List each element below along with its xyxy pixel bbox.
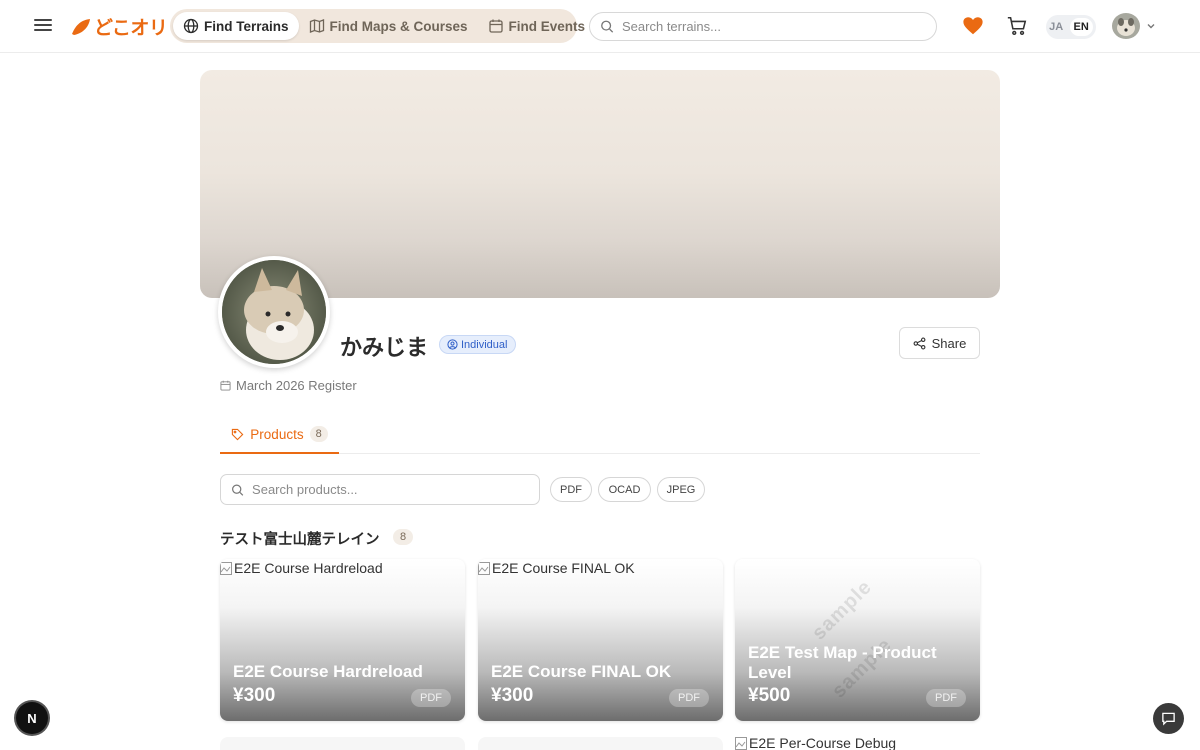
chat-button[interactable] — [1153, 703, 1184, 734]
user-menu[interactable] — [1112, 13, 1156, 39]
product-card[interactable]: E2E Course Hardreload E2E Course Hardrel… — [220, 559, 465, 721]
product-image-alt: E2E Course FINAL OK — [492, 560, 635, 576]
nav-find-terrains[interactable]: Find Terrains — [173, 12, 299, 40]
register-date: March 2026 Register — [220, 378, 357, 393]
cover-image — [200, 70, 1000, 298]
terrain-section-count: 8 — [393, 529, 414, 545]
language-switcher: JA EN — [1046, 15, 1096, 39]
product-search[interactable] — [220, 474, 540, 505]
chat-icon — [1162, 712, 1175, 726]
search-icon — [232, 483, 244, 496]
filter-chip-ocad[interactable]: OCAD — [598, 477, 651, 502]
product-image-alt: E2E Per-Course Debug — [749, 735, 897, 750]
nav-find-terrains-label: Find Terrains — [204, 18, 289, 34]
broken-image-icon — [220, 561, 232, 575]
tab-products-label: Products — [250, 426, 304, 442]
product-search-input[interactable] — [252, 482, 539, 497]
register-date-text: March 2026 Register — [236, 378, 357, 393]
favorites-heart-icon[interactable] — [962, 15, 984, 37]
broken-image-icon — [735, 736, 747, 750]
product-title: E2E Course FINAL OK — [491, 662, 672, 681]
sample-watermark: sample — [807, 575, 877, 645]
logo[interactable]: どこオリ — [70, 13, 168, 40]
product-price: ¥300 — [491, 685, 534, 706]
terrain-search[interactable] — [589, 12, 937, 41]
nav-find-maps-courses[interactable]: Find Maps & Courses — [299, 12, 478, 40]
cart-icon[interactable] — [1006, 15, 1028, 37]
globe-icon — [183, 18, 199, 34]
lang-ja-option[interactable]: JA — [1049, 21, 1063, 33]
nav-find-maps-courses-label: Find Maps & Courses — [329, 18, 468, 34]
product-price: ¥500 — [748, 685, 791, 706]
account-type-label: Individual — [461, 338, 508, 351]
product-card[interactable] — [478, 737, 723, 750]
logo-text: どこオリ — [94, 17, 168, 39]
product-title: E2E Test Map - Product Level — [748, 643, 937, 682]
tag-icon — [232, 428, 244, 440]
product-card[interactable]: sample sample E2E Test Map - Product Lev… — [735, 559, 980, 721]
broken-image-placeholder: E2E Course FINAL OK — [478, 560, 635, 576]
terrain-section-title: テスト富士山麓テレイン — [220, 532, 380, 548]
broken-image-placeholder: E2E Course Hardreload — [220, 560, 383, 576]
chevron-down-icon — [1147, 24, 1155, 29]
product-format-badge: PDF — [926, 689, 966, 707]
product-card[interactable] — [220, 737, 465, 750]
user-avatar — [1112, 13, 1140, 39]
profile-tabs: Products 8 — [220, 416, 980, 454]
account-type-badge: Individual — [439, 335, 517, 354]
search-icon — [601, 20, 614, 33]
main-nav: Find Terrains Find Maps & Courses Find E… — [170, 9, 585, 43]
calendar-icon — [488, 19, 503, 33]
share-icon — [913, 337, 926, 349]
tab-products-count: 8 — [309, 426, 328, 442]
map-icon — [309, 19, 324, 33]
product-format-badge: PDF — [411, 689, 451, 707]
broken-image-icon — [478, 561, 490, 575]
hamburger-menu-icon[interactable] — [34, 16, 52, 36]
profile-avatar — [218, 256, 330, 368]
calendar-icon — [220, 380, 231, 391]
nav-find-events[interactable]: Find Events — [478, 12, 596, 40]
nav-find-events-label: Find Events — [508, 18, 586, 34]
product-card[interactable]: E2E Course FINAL OK E2E Course FINAL OK … — [478, 559, 723, 721]
top-header: どこオリ Find Terrains Find Maps & Courses F… — [0, 0, 1200, 53]
lang-en-option[interactable]: EN — [1069, 18, 1093, 36]
profile-name: かみじま — [340, 336, 429, 361]
dev-tools-button[interactable]: N — [16, 702, 48, 734]
product-image-alt: E2E Course Hardreload — [234, 560, 383, 576]
filter-chip-pdf[interactable]: PDF — [550, 477, 592, 502]
terrain-search-input[interactable] — [622, 19, 936, 34]
logo-mark-icon — [72, 18, 90, 35]
filter-chip-jpeg[interactable]: JPEG — [657, 477, 705, 502]
product-format-badge: PDF — [669, 689, 709, 707]
product-title: E2E Course Hardreload — [233, 662, 423, 681]
user-circle-icon — [447, 339, 458, 350]
tab-products[interactable]: Products 8 — [220, 416, 339, 454]
broken-image-placeholder: E2E Per-Course Debug — [735, 735, 896, 750]
product-price: ¥300 — [233, 685, 276, 706]
share-label: Share — [931, 335, 967, 351]
share-button[interactable]: Share — [899, 327, 980, 359]
product-card[interactable]: E2E Per-Course Debug — [735, 734, 980, 750]
